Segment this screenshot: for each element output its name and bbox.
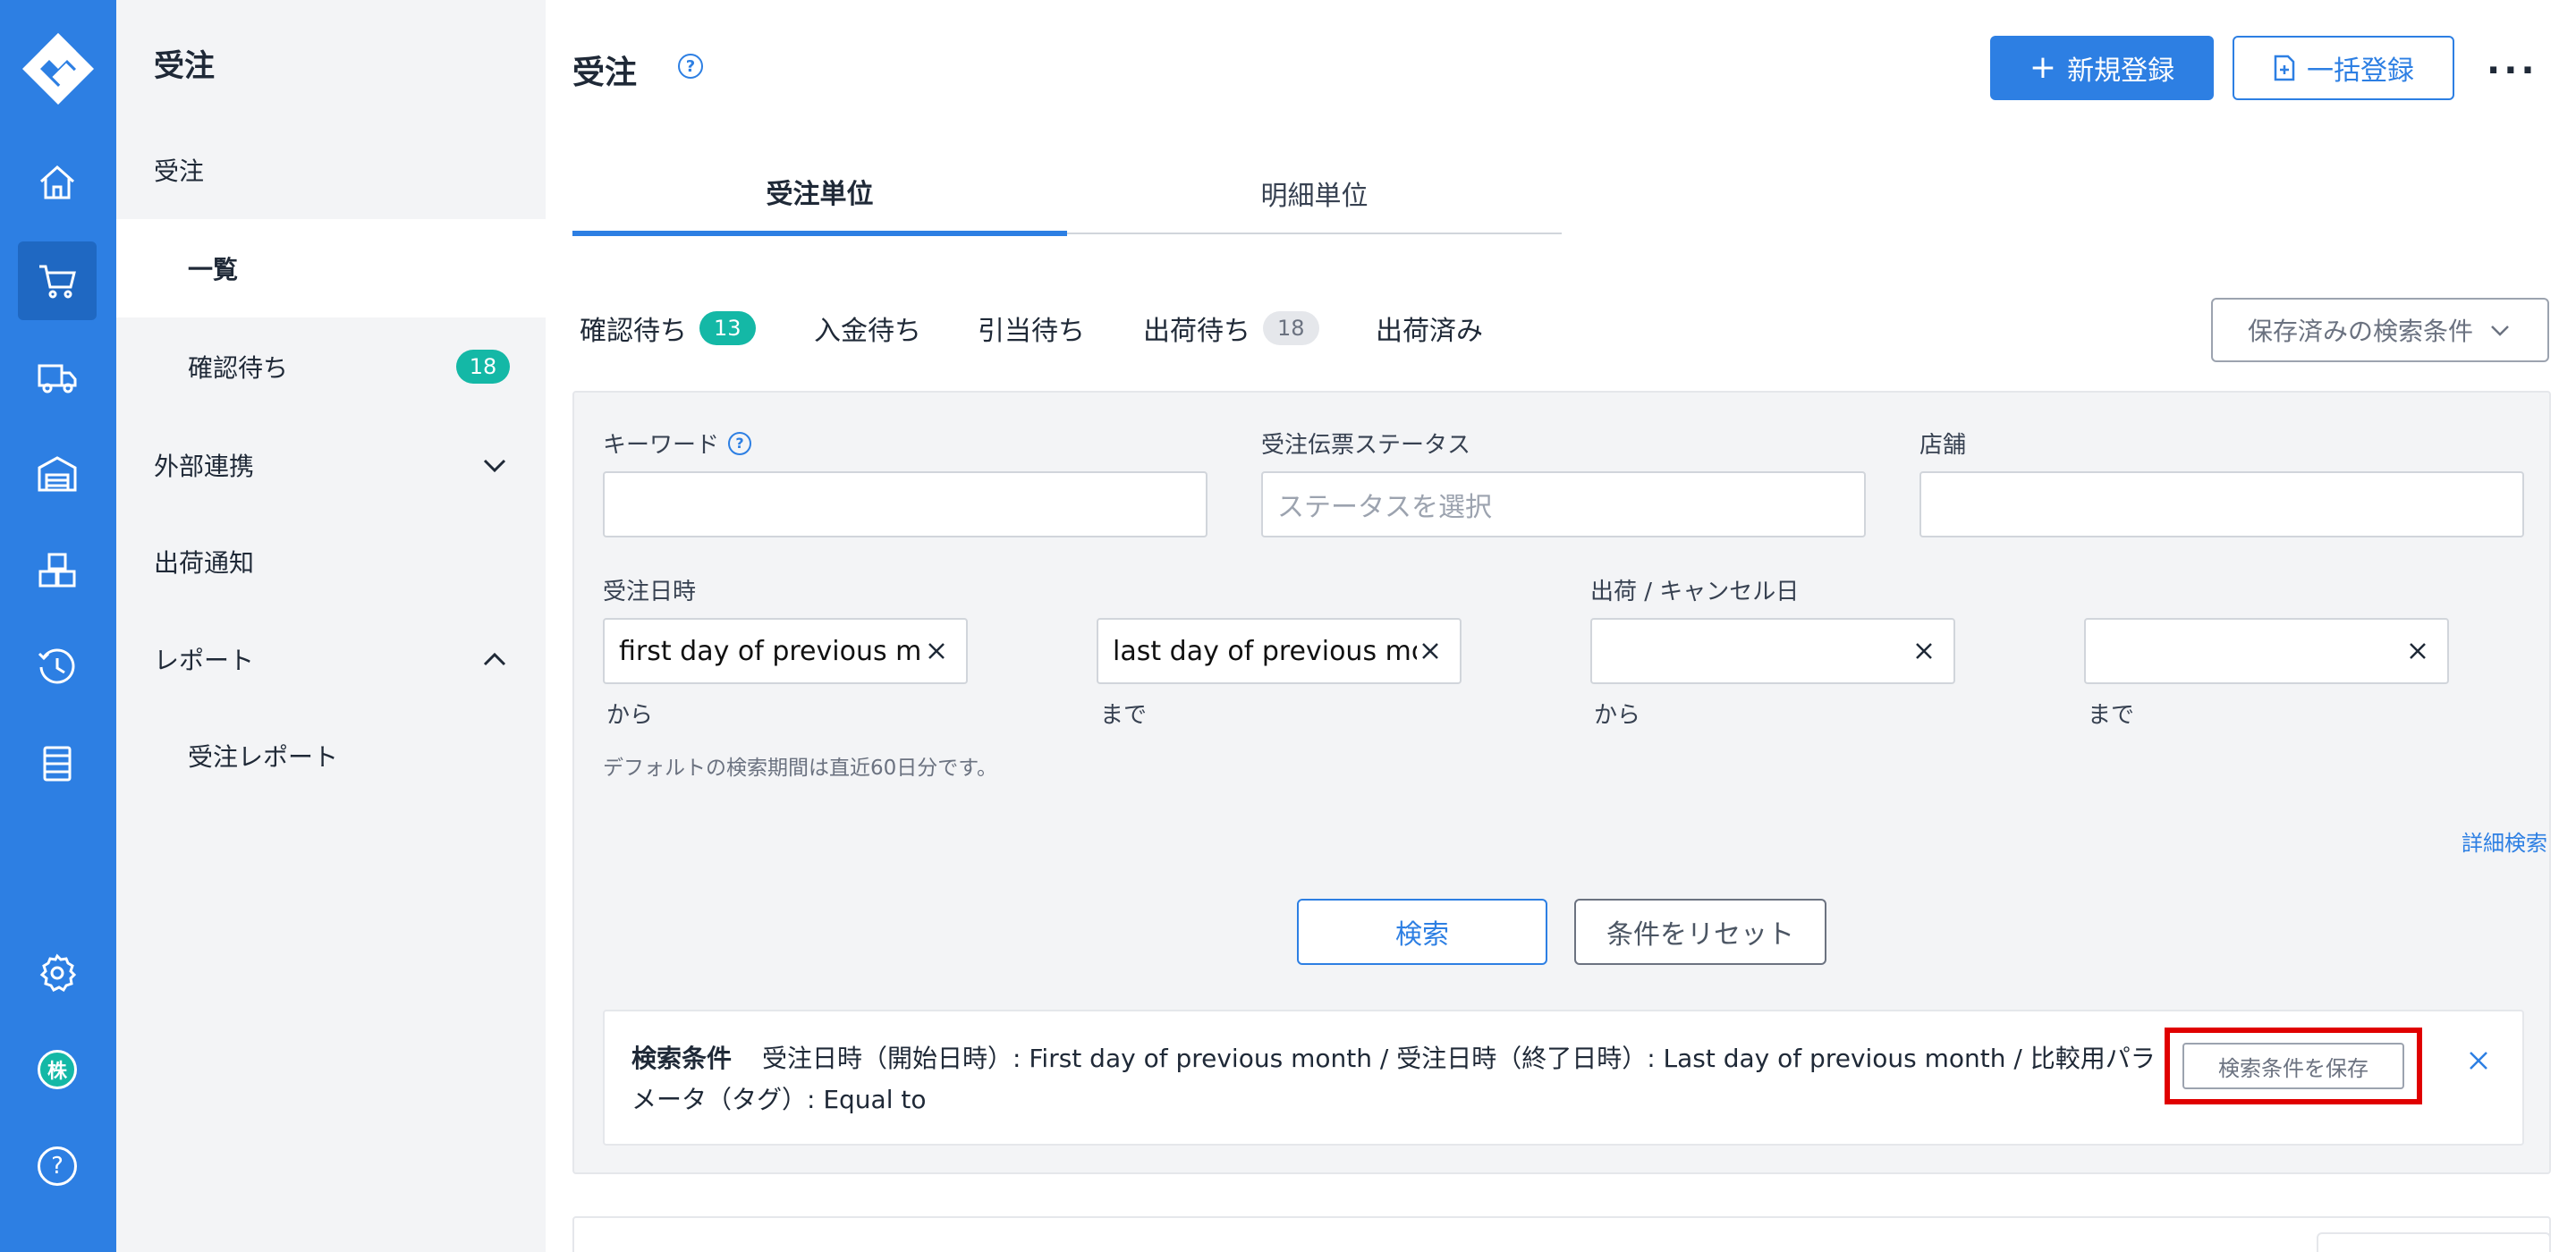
reset-button[interactable]: 条件をリセット <box>1574 899 1826 965</box>
keyword-label: キーワード ? <box>603 427 752 460</box>
from-label: から <box>606 702 654 729</box>
ship-date-label: 出荷 / キャンセル日 <box>1590 579 1800 605</box>
chevron-down-icon <box>2491 326 2509 336</box>
clear-icon[interactable] <box>1911 638 1937 664</box>
to-label: まで <box>1100 702 1148 729</box>
sidebar-item-label: 受注レポート <box>188 742 339 772</box>
search-criteria-summary: 検索条件 受注日時（開始日時）: First day of previous mo… <box>603 1010 2524 1146</box>
filter-tab-allocation[interactable]: 引当待ち <box>978 309 1085 348</box>
store-select[interactable] <box>1919 471 2524 537</box>
clear-icon[interactable] <box>2404 638 2431 664</box>
advanced-search-link[interactable]: 詳細検索 <box>2462 825 2547 857</box>
help-icon[interactable]: ? <box>728 431 752 455</box>
icon-rail: 株 ? <box>0 0 116 1252</box>
results-card <box>572 1216 2551 1252</box>
company-avatar: 株 <box>38 1050 77 1089</box>
sidebar-title: 受注 <box>154 48 215 84</box>
store-label: 店舗 <box>1919 432 1967 459</box>
close-icon[interactable] <box>2463 1045 2494 1076</box>
rail-help[interactable]: ? <box>18 1127 97 1205</box>
tab-order-unit[interactable]: 受注単位 <box>572 152 1067 236</box>
filter-tab-shipping[interactable]: 出荷待ち 18 <box>1143 309 1319 348</box>
warehouse-icon <box>38 456 77 492</box>
count-badge: 13 <box>699 311 756 345</box>
sidebar-item-orders[interactable]: 受注 <box>116 121 546 219</box>
saved-search-dropdown[interactable]: 保存済みの検索条件 <box>2211 298 2549 362</box>
filter-tab-payment[interactable]: 入金待ち <box>814 309 921 348</box>
bulk-register-button[interactable]: 一括登録 <box>2233 36 2454 100</box>
clear-icon[interactable] <box>1417 638 1444 664</box>
history-icon <box>38 648 75 684</box>
file-plus-icon <box>2274 55 2295 81</box>
rail-inventory[interactable] <box>18 531 97 610</box>
criteria-detail: 受注日時（開始日時）: First day of previous month … <box>631 1044 2156 1114</box>
keyword-input[interactable] <box>603 471 1208 537</box>
sidebar-item-shipping-notice[interactable]: 出荷通知 <box>116 512 546 611</box>
plus-icon: + <box>2029 49 2057 86</box>
from-label: から <box>1594 702 1641 729</box>
sidebar-item-reports[interactable]: レポート <box>116 610 546 708</box>
rail-history[interactable] <box>18 628 97 706</box>
ship-date-from-input[interactable] <box>1590 618 1955 684</box>
rail-home[interactable] <box>18 143 97 222</box>
truck-icon <box>38 364 77 393</box>
sidebar-item-pending[interactable]: 確認待ち 18 <box>116 317 546 416</box>
sidebar-item-label: 一覧 <box>188 255 239 284</box>
order-date-from-input[interactable]: first day of previous mo <box>603 618 968 684</box>
clear-icon[interactable] <box>923 638 950 664</box>
sidebar-item-label: 受注 <box>154 156 205 186</box>
sidebar-item-list[interactable]: 一覧 <box>116 219 546 317</box>
logo-icon[interactable] <box>21 31 96 106</box>
results-action-button[interactable] <box>2317 1232 2551 1252</box>
criteria-text: 検索条件 受注日時（開始日時）: First day of previous mo… <box>631 1038 2161 1121</box>
page-title: 受注 <box>572 55 638 91</box>
more-menu-button[interactable]: ··· <box>2487 50 2538 91</box>
tab-line-unit[interactable]: 明細単位 <box>1067 152 1562 234</box>
status-select[interactable]: ステータスを選択 <box>1261 471 1866 537</box>
order-date-label: 受注日時 <box>603 579 697 605</box>
status-label: 受注伝票ステータス <box>1261 432 1471 459</box>
help-icon: ? <box>38 1146 77 1186</box>
filter-tab-confirm[interactable]: 確認待ち 13 <box>580 309 756 348</box>
sidebar-item-order-report[interactable]: 受注レポート <box>116 706 546 805</box>
rail-orders[interactable] <box>18 241 97 320</box>
home-icon <box>40 165 74 199</box>
search-panel: キーワード ? 受注伝票ステータス ステータスを選択 店舗 受注日時 first… <box>572 391 2551 1174</box>
sidebar-item-label: 外部連携 <box>154 452 255 481</box>
chevron-up-icon <box>483 652 506 666</box>
help-icon[interactable]: ? <box>678 54 703 79</box>
rail-settings[interactable] <box>18 934 97 1012</box>
rail-shipping[interactable] <box>18 338 97 417</box>
list-icon <box>43 746 72 782</box>
gear-icon <box>39 953 77 993</box>
filter-tab-shipped[interactable]: 出荷済み <box>1376 309 1483 348</box>
cart-icon <box>39 265 76 299</box>
save-criteria-button[interactable]: 検索条件を保存 <box>2182 1043 2404 1089</box>
main-content: 受注 ? + 新規登録 一括登録 ··· 受注単位 明細単位 確認待ち 13 入… <box>546 0 2576 1252</box>
new-order-button[interactable]: + 新規登録 <box>1990 36 2214 100</box>
chevron-down-icon <box>483 459 506 473</box>
sidebar-item-label: レポート <box>154 646 255 675</box>
highlight-box: 検索条件を保存 <box>2165 1028 2422 1104</box>
rail-company[interactable]: 株 <box>18 1030 97 1109</box>
sidebar: 受注 受注 一覧 確認待ち 18 外部連携 出荷通知 レポート 受注レポート <box>116 0 546 1252</box>
order-date-to-input[interactable]: last day of previous mor <box>1097 618 1462 684</box>
rail-warehouse[interactable] <box>18 435 97 513</box>
boxes-icon <box>38 553 76 588</box>
count-badge: 18 <box>1263 311 1319 345</box>
to-label: まで <box>2088 702 2135 729</box>
default-period-hint: デフォルトの検索期間は直近60日分です。 <box>603 757 997 780</box>
sidebar-item-integrations[interactable]: 外部連携 <box>116 416 546 514</box>
view-tabs: 受注単位 明細単位 <box>572 152 1562 236</box>
sidebar-pending-badge: 18 <box>456 350 510 384</box>
sidebar-item-label: 出荷通知 <box>154 548 255 578</box>
criteria-title: 検索条件 <box>631 1044 733 1073</box>
search-button[interactable]: 検索 <box>1297 899 1547 965</box>
sidebar-item-label: 確認待ち <box>188 353 289 383</box>
ship-date-to-input[interactable] <box>2084 618 2449 684</box>
rail-master[interactable] <box>18 724 97 803</box>
